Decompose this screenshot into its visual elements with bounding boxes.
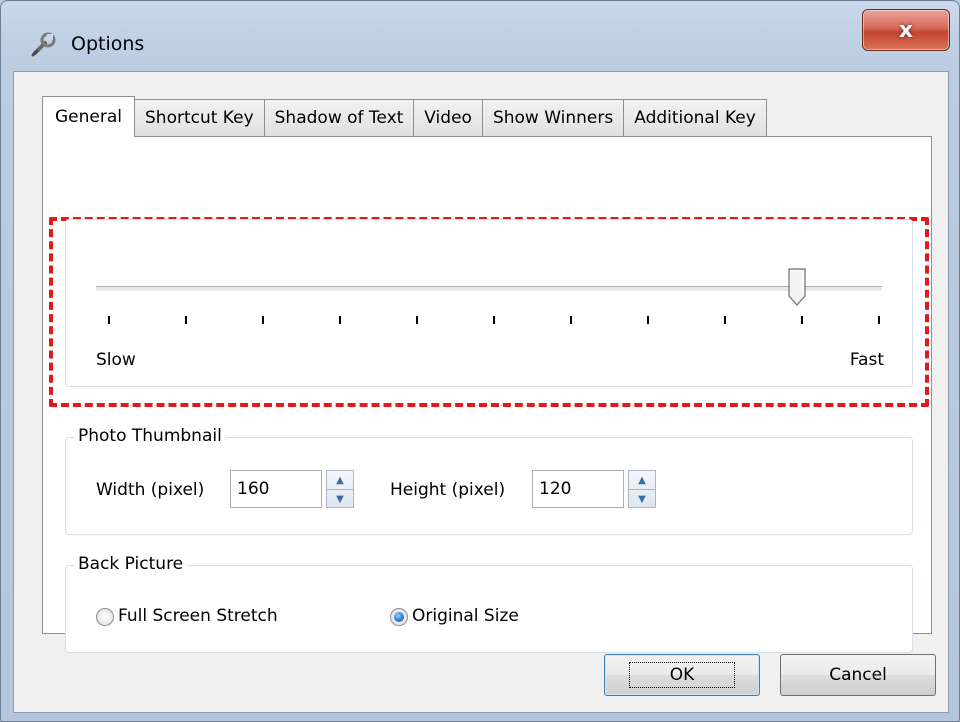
width-spinner[interactable]: ▲ ▼ xyxy=(326,470,354,508)
speed-group: Slow Fast xyxy=(65,219,913,387)
width-input[interactable]: 160 xyxy=(230,470,322,508)
slider-tick xyxy=(108,316,110,324)
tab-show-winners[interactable]: Show Winners xyxy=(482,99,625,136)
spin-down-icon[interactable]: ▼ xyxy=(327,489,353,508)
options-window: Options x General Shortcut Key Shadow of… xyxy=(0,0,960,722)
fast-label: Fast xyxy=(849,350,884,370)
back-picture-group: Back Picture Full Screen Stretch Origina… xyxy=(65,554,913,653)
original-size-radio[interactable] xyxy=(390,608,408,626)
slider-tick xyxy=(416,316,418,324)
width-label: Width (pixel) xyxy=(96,480,205,500)
slider-tick xyxy=(724,316,726,324)
slider-tick xyxy=(570,316,572,324)
full-screen-stretch-radio[interactable] xyxy=(96,608,114,626)
dialog-client: General Shortcut Key Shadow of Text Vide… xyxy=(13,71,949,713)
height-label: Height (pixel) xyxy=(390,480,506,500)
slider-tick xyxy=(878,316,880,324)
ok-button[interactable]: OK xyxy=(604,654,760,696)
slow-label: Slow xyxy=(96,350,136,370)
height-spinner[interactable]: ▲ ▼ xyxy=(628,470,656,508)
tab-strip: General Shortcut Key Shadow of Text Vide… xyxy=(42,96,767,137)
cancel-button[interactable]: Cancel xyxy=(780,654,936,696)
close-icon: x xyxy=(898,17,914,43)
ok-label: OK xyxy=(628,662,736,688)
photo-thumbnail-title: Photo Thumbnail xyxy=(74,426,226,446)
back-picture-title: Back Picture xyxy=(74,554,188,574)
height-input[interactable]: 120 xyxy=(532,470,624,508)
slider-tick xyxy=(185,316,187,324)
slider-tick xyxy=(801,316,803,324)
photo-thumbnail-group: Photo Thumbnail Width (pixel) 160 ▲ ▼ He… xyxy=(65,426,913,535)
spin-up-icon[interactable]: ▲ xyxy=(327,471,353,489)
tab-general[interactable]: General xyxy=(42,96,135,137)
spin-down-icon[interactable]: ▼ xyxy=(629,489,655,508)
general-tab-panel: Slow Fast Photo Thumbnail Width (pixel) … xyxy=(42,136,932,653)
full-screen-stretch-label[interactable]: Full Screen Stretch xyxy=(118,606,278,626)
tab-shadow-of-text[interactable]: Shadow of Text xyxy=(264,99,415,136)
tab-shortcut-key[interactable]: Shortcut Key xyxy=(135,99,265,136)
title-bar[interactable]: Options x xyxy=(1,1,959,71)
original-size-label[interactable]: Original Size xyxy=(412,606,519,626)
spin-up-icon[interactable]: ▲ xyxy=(629,471,655,489)
slider-tick xyxy=(647,316,649,324)
close-button[interactable]: x xyxy=(862,9,950,51)
tab-additional-key[interactable]: Additional Key xyxy=(624,99,767,136)
speed-slider-track[interactable] xyxy=(96,286,882,292)
window-title: Options xyxy=(71,33,145,55)
wrench-icon xyxy=(29,31,57,59)
slider-tick xyxy=(493,316,495,324)
slider-tick xyxy=(262,316,264,324)
slider-tick xyxy=(339,316,341,324)
speed-slider-thumb[interactable] xyxy=(788,268,806,306)
tab-video[interactable]: Video xyxy=(414,99,483,136)
